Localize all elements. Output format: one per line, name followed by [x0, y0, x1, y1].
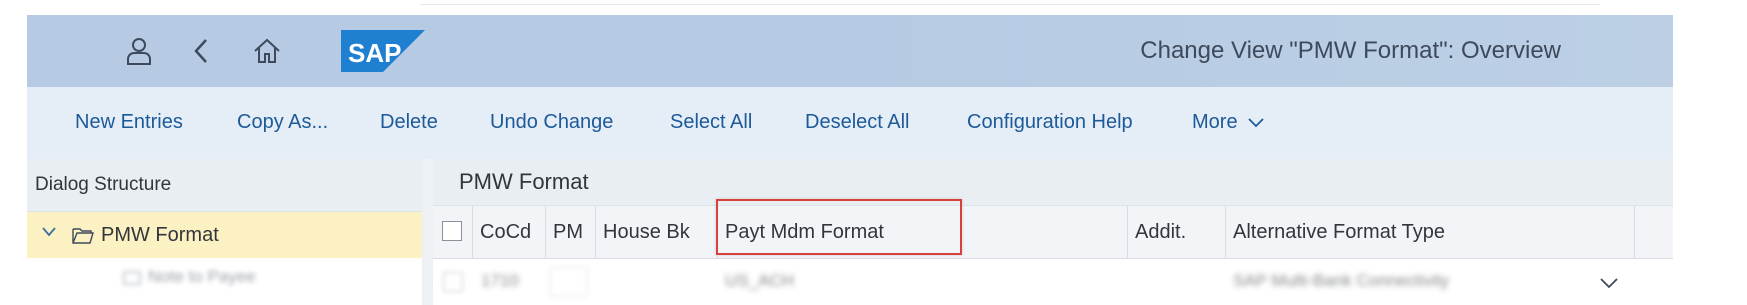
- column-header-alternative-format-type[interactable]: Alternative Format Type: [1225, 206, 1634, 258]
- dropdown-chevron-icon[interactable]: [1599, 276, 1619, 294]
- more-menu-button[interactable]: More: [1192, 111, 1265, 134]
- new-entries-button[interactable]: New Entries: [75, 111, 183, 134]
- sap-logo[interactable]: SAP: [341, 30, 425, 77]
- dialog-structure-title: Dialog Structure: [35, 174, 172, 195]
- pmw-format-table-area: PMW Format CoCd PM House Bk Payt Mdm For…: [433, 159, 1673, 305]
- table-header: CoCd PM House Bk Payt Mdm Format Addit. …: [433, 206, 1673, 259]
- tree-item-note-to-payee[interactable]: Note to Payee: [122, 265, 307, 293]
- tree-item-pmw-format[interactable]: PMW Format: [27, 212, 422, 258]
- sap-logo-text: SAP: [348, 38, 401, 68]
- deselect-all-button[interactable]: Deselect All: [805, 111, 910, 134]
- chevron-down-icon: [1247, 111, 1265, 134]
- column-header-addit[interactable]: Addit.: [1127, 206, 1225, 258]
- row-checkbox[interactable]: [443, 272, 463, 292]
- cell-alternative-format-type[interactable]: SAP Multi-Bank Connectivity: [1233, 271, 1449, 291]
- folder-open-icon: [71, 225, 95, 250]
- action-toolbar: New Entries Copy As... Delete Undo Chang…: [27, 87, 1673, 159]
- select-all-cell: [433, 206, 472, 258]
- delete-button[interactable]: Delete: [380, 111, 438, 134]
- expand-chevron-icon[interactable]: [41, 225, 57, 243]
- column-header-cocd[interactable]: CoCd: [472, 206, 545, 258]
- table-title-bar: PMW Format: [433, 159, 1673, 206]
- back-icon[interactable]: [187, 36, 217, 66]
- column-header-pm[interactable]: PM: [545, 206, 595, 258]
- highlight-box: [716, 199, 962, 255]
- more-label: More: [1192, 111, 1238, 133]
- dialog-structure-header: Dialog Structure: [27, 159, 422, 212]
- undo-change-button[interactable]: Undo Change: [490, 111, 613, 134]
- select-all-checkbox[interactable]: [442, 221, 462, 241]
- home-icon[interactable]: [252, 36, 282, 66]
- column-header-house-bk[interactable]: House Bk: [595, 206, 717, 258]
- page-title: Change View "PMW Format": Overview: [1140, 37, 1561, 64]
- dialog-structure-panel: Dialog Structure PMW Format Note to Paye…: [27, 159, 422, 305]
- configuration-help-button[interactable]: Configuration Help: [967, 111, 1133, 134]
- copy-as-button[interactable]: Copy As...: [237, 111, 328, 134]
- panel-splitter[interactable]: [422, 159, 433, 305]
- top-strip: [420, 0, 1600, 5]
- table-title: PMW Format: [459, 169, 589, 194]
- tree-item-label: Note to Payee: [148, 267, 256, 286]
- folder-icon: [122, 269, 142, 292]
- cell-pm-input[interactable]: [550, 267, 588, 297]
- shell-bar: SAP Change View "PMW Format": Overview: [27, 15, 1673, 87]
- table-row[interactable]: 1710 US_ACH SAP Multi-Bank Connectivity: [433, 259, 1673, 305]
- tree-item-label: PMW Format: [101, 224, 219, 246]
- cell-payt-mdm-format[interactable]: US_ACH: [725, 271, 794, 291]
- cell-cocd[interactable]: 1710: [481, 271, 519, 291]
- select-all-button[interactable]: Select All: [670, 111, 752, 134]
- user-icon[interactable]: [124, 36, 154, 66]
